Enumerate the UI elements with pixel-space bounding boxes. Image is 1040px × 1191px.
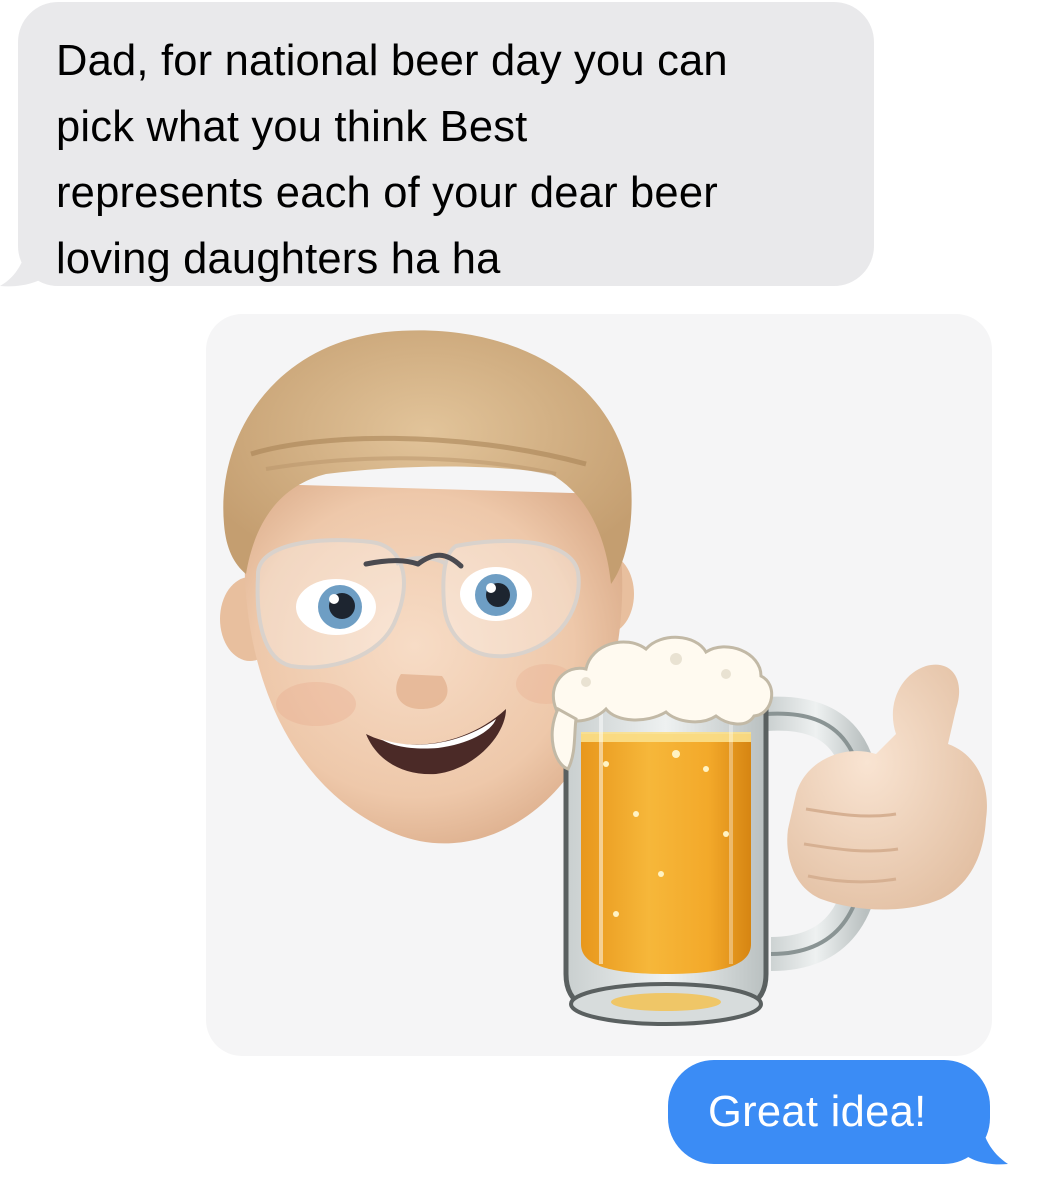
outgoing-message-bubble[interactable]: Great idea! — [668, 1060, 990, 1164]
sticker-message[interactable] — [206, 314, 992, 1056]
outgoing-message-text: Great idea! — [708, 1088, 927, 1136]
memoji-beer-thumbs-up-sticker-icon — [220, 330, 987, 1026]
incoming-message-text: Dad, for national beer day you can pick … — [56, 37, 728, 283]
incoming-message-bubble[interactable]: Dad, for national beer day you can pick … — [18, 2, 874, 286]
message-thread: Dad, for national beer day you can pick … — [0, 0, 1040, 1191]
